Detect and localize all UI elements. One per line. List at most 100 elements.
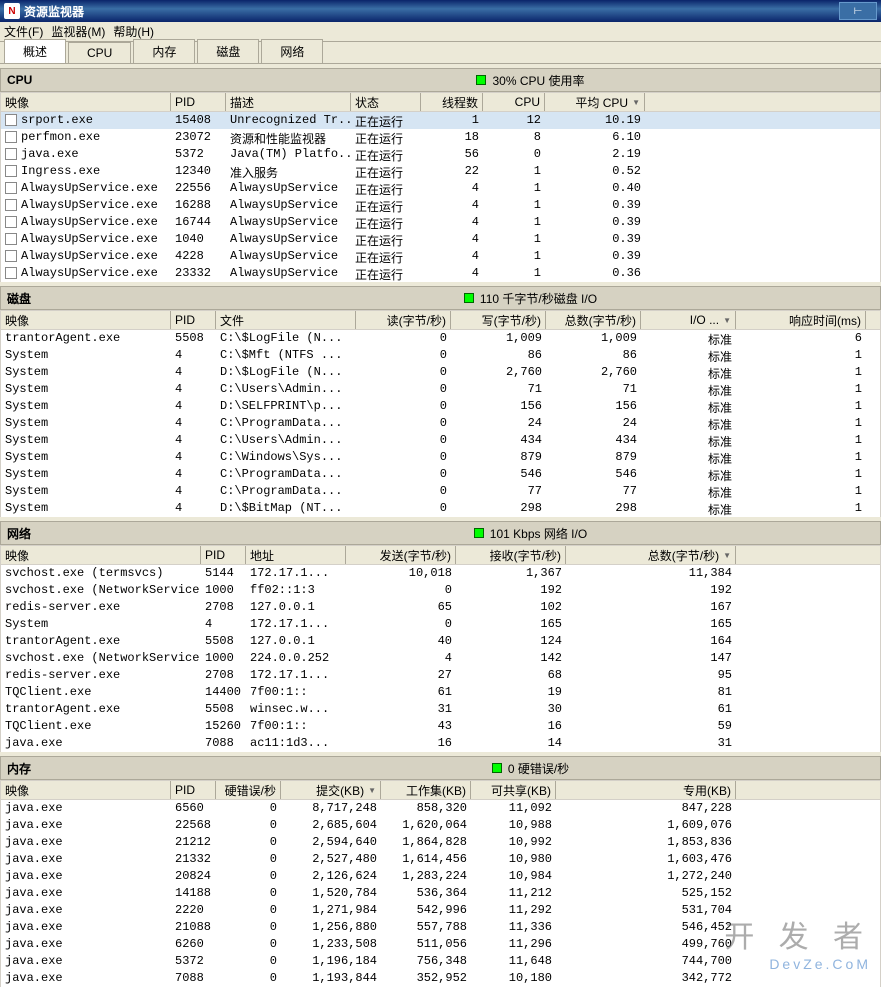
table-row[interactable]: Ingress.exe12340准入服务正在运行2210.52 xyxy=(1,163,880,180)
table-row[interactable]: java.exe1418801,520,784536,36411,212525,… xyxy=(1,885,880,902)
table-row[interactable]: java.exe7088ac11:1d3...161431 xyxy=(1,735,880,752)
table-row[interactable]: java.exe222001,271,984542,99611,292531,7… xyxy=(1,902,880,919)
col-image[interactable]: 映像 xyxy=(1,546,201,564)
tab-disk[interactable]: 磁盘 xyxy=(197,39,259,63)
col-cpu[interactable]: CPU xyxy=(483,93,545,111)
checkbox[interactable] xyxy=(5,165,17,177)
col-commit[interactable]: 提交(KB)▼ xyxy=(281,781,381,799)
tabbar: 概述 CPU 内存 磁盘 网络 xyxy=(0,42,881,64)
disk-rows: trantorAgent.exe5508C:\$LogFile (N...01,… xyxy=(0,330,881,517)
table-row[interactable]: perfmon.exe23072资源和性能监视器正在运行1886.10 xyxy=(1,129,880,146)
col-addr[interactable]: 地址 xyxy=(246,546,346,564)
tab-overview[interactable]: 概述 xyxy=(4,39,66,63)
table-row[interactable]: java.exe626001,233,508511,05611,296499,7… xyxy=(1,936,880,953)
table-row[interactable]: System4C:\$Mft (NTFS ...08686标准1 xyxy=(1,347,880,364)
col-image[interactable]: 映像 xyxy=(1,93,171,111)
table-row[interactable]: System4C:\Users\Admin...0434434标准1 xyxy=(1,432,880,449)
table-row[interactable]: System4D:\$BitMap (NT...0298298标准1 xyxy=(1,500,880,517)
table-row[interactable]: java.exe708801,193,844352,95210,180342,7… xyxy=(1,970,880,987)
col-pid[interactable]: PID xyxy=(171,93,226,111)
network-section-header[interactable]: 网络 101 Kbps 网络 I/O xyxy=(0,521,881,545)
col-avg[interactable]: 平均 CPU▼ xyxy=(545,93,645,111)
table-row[interactable]: System4C:\Users\Admin...07171标准1 xyxy=(1,381,880,398)
tab-cpu[interactable]: CPU xyxy=(68,42,131,63)
table-row[interactable]: AlwaysUpService.exe4228AlwaysUpService正在… xyxy=(1,248,880,265)
col-total[interactable]: 总数(字节/秒)▼ xyxy=(566,546,736,564)
col-shared[interactable]: 可共享(KB) xyxy=(471,781,556,799)
col-image[interactable]: 映像 xyxy=(1,311,171,329)
table-row[interactable]: svchost.exe (NetworkService)1000ff02::1:… xyxy=(1,582,880,599)
checkbox[interactable] xyxy=(5,233,17,245)
disk-title: 磁盘 xyxy=(7,290,187,307)
menu-file[interactable]: 文件(F) xyxy=(4,23,43,40)
col-read[interactable]: 读(字节/秒) xyxy=(356,311,451,329)
col-desc[interactable]: 描述 xyxy=(226,93,351,111)
checkbox[interactable] xyxy=(5,216,17,228)
table-row[interactable]: srport.exe15408Unrecognized Tr...正在运行112… xyxy=(1,112,880,129)
col-write[interactable]: 写(字节/秒) xyxy=(451,311,546,329)
table-row[interactable]: java.exe2133202,527,4801,614,45610,9801,… xyxy=(1,851,880,868)
col-total[interactable]: 总数(字节/秒) xyxy=(546,311,641,329)
col-working[interactable]: 工作集(KB) xyxy=(381,781,471,799)
table-row[interactable]: java.exe537201,196,184756,34811,648744,7… xyxy=(1,953,880,970)
table-row[interactable]: redis-server.exe2708127.0.0.165102167 xyxy=(1,599,880,616)
table-row[interactable]: System4C:\ProgramData...07777标准1 xyxy=(1,483,880,500)
table-row[interactable]: trantorAgent.exe5508127.0.0.140124164 xyxy=(1,633,880,650)
table-row[interactable]: System4D:\SELFPRINT\p...0156156标准1 xyxy=(1,398,880,415)
memory-section-header[interactable]: 内存 0 硬错误/秒 xyxy=(0,756,881,780)
table-row[interactable]: AlwaysUpService.exe23332AlwaysUpService正… xyxy=(1,265,880,282)
table-row[interactable]: AlwaysUpService.exe1040AlwaysUpService正在… xyxy=(1,231,880,248)
table-row[interactable]: AlwaysUpService.exe16288AlwaysUpService正… xyxy=(1,197,880,214)
table-row[interactable]: trantorAgent.exe5508C:\$LogFile (N...01,… xyxy=(1,330,880,347)
checkbox[interactable] xyxy=(5,250,17,262)
table-row[interactable]: svchost.exe (termsvcs)5144172.17.1...10,… xyxy=(1,565,880,582)
table-row[interactable]: TQClient.exe144007f00:1::611981 xyxy=(1,684,880,701)
col-pid[interactable]: PID xyxy=(201,546,246,564)
menu-help[interactable]: 帮助(H) xyxy=(113,23,154,40)
col-io[interactable]: I/O ...▼ xyxy=(641,311,736,329)
col-recv[interactable]: 接收(字节/秒) xyxy=(456,546,566,564)
table-row[interactable]: AlwaysUpService.exe22556AlwaysUpService正… xyxy=(1,180,880,197)
col-resp[interactable]: 响应时间(ms) xyxy=(736,311,866,329)
checkbox[interactable] xyxy=(5,114,17,126)
col-image[interactable]: 映像 xyxy=(1,781,171,799)
disk-section-header[interactable]: 磁盘 110 千字节/秒磁盘 I/O xyxy=(0,286,881,310)
table-row[interactable]: java.exe2108801,256,880557,78811,336546,… xyxy=(1,919,880,936)
table-row[interactable]: System4C:\ProgramData...02424标准1 xyxy=(1,415,880,432)
col-pid[interactable]: PID xyxy=(171,781,216,799)
table-row[interactable]: System4C:\Windows\Sys...0879879标准1 xyxy=(1,449,880,466)
table-row[interactable]: java.exe2121202,594,6401,864,82810,9921,… xyxy=(1,834,880,851)
table-row[interactable]: java.exe2082402,126,6241,283,22410,9841,… xyxy=(1,868,880,885)
checkbox[interactable] xyxy=(5,199,17,211)
cpu-section-header[interactable]: CPU 30% CPU 使用率 xyxy=(0,68,881,92)
col-send[interactable]: 发送(字节/秒) xyxy=(346,546,456,564)
checkbox[interactable] xyxy=(5,267,17,279)
col-file[interactable]: 文件 xyxy=(216,311,356,329)
tab-network[interactable]: 网络 xyxy=(261,39,323,63)
table-row[interactable]: TQClient.exe152607f00:1::431659 xyxy=(1,718,880,735)
sort-arrow-icon: ▼ xyxy=(368,786,376,795)
checkbox[interactable] xyxy=(5,182,17,194)
col-pid[interactable]: PID xyxy=(171,311,216,329)
col-hard[interactable]: 硬错误/秒 xyxy=(216,781,281,799)
table-row[interactable]: System4C:\ProgramData...0546546标准1 xyxy=(1,466,880,483)
checkbox[interactable] xyxy=(5,148,17,160)
table-row[interactable]: java.exe5372Java(TM) Platfo...正在运行5602.1… xyxy=(1,146,880,163)
col-private[interactable]: 专用(KB) xyxy=(556,781,736,799)
pin-button[interactable]: ⊢ xyxy=(839,2,877,20)
memory-title: 内存 xyxy=(7,760,187,777)
table-row[interactable]: trantorAgent.exe5508winsec.w...313061 xyxy=(1,701,880,718)
checkbox[interactable] xyxy=(5,131,17,143)
table-row[interactable]: java.exe2256802,685,6041,620,06410,9881,… xyxy=(1,817,880,834)
col-threads[interactable]: 线程数 xyxy=(421,93,483,111)
table-row[interactable]: svchost.exe (NetworkService)1000224.0.0.… xyxy=(1,650,880,667)
table-row[interactable]: AlwaysUpService.exe16744AlwaysUpService正… xyxy=(1,214,880,231)
table-row[interactable]: redis-server.exe2708172.17.1...276895 xyxy=(1,667,880,684)
table-row[interactable]: java.exe656008,717,248858,32011,092847,2… xyxy=(1,800,880,817)
table-row[interactable]: System4D:\$LogFile (N...02,7602,760标准1 xyxy=(1,364,880,381)
tab-memory[interactable]: 内存 xyxy=(133,39,195,63)
table-row[interactable]: System4172.17.1...0165165 xyxy=(1,616,880,633)
menu-monitor[interactable]: 监视器(M) xyxy=(51,23,105,40)
network-column-header: 映像 PID 地址 发送(字节/秒) 接收(字节/秒) 总数(字节/秒)▼ xyxy=(0,545,881,565)
col-state[interactable]: 状态 xyxy=(351,93,421,111)
